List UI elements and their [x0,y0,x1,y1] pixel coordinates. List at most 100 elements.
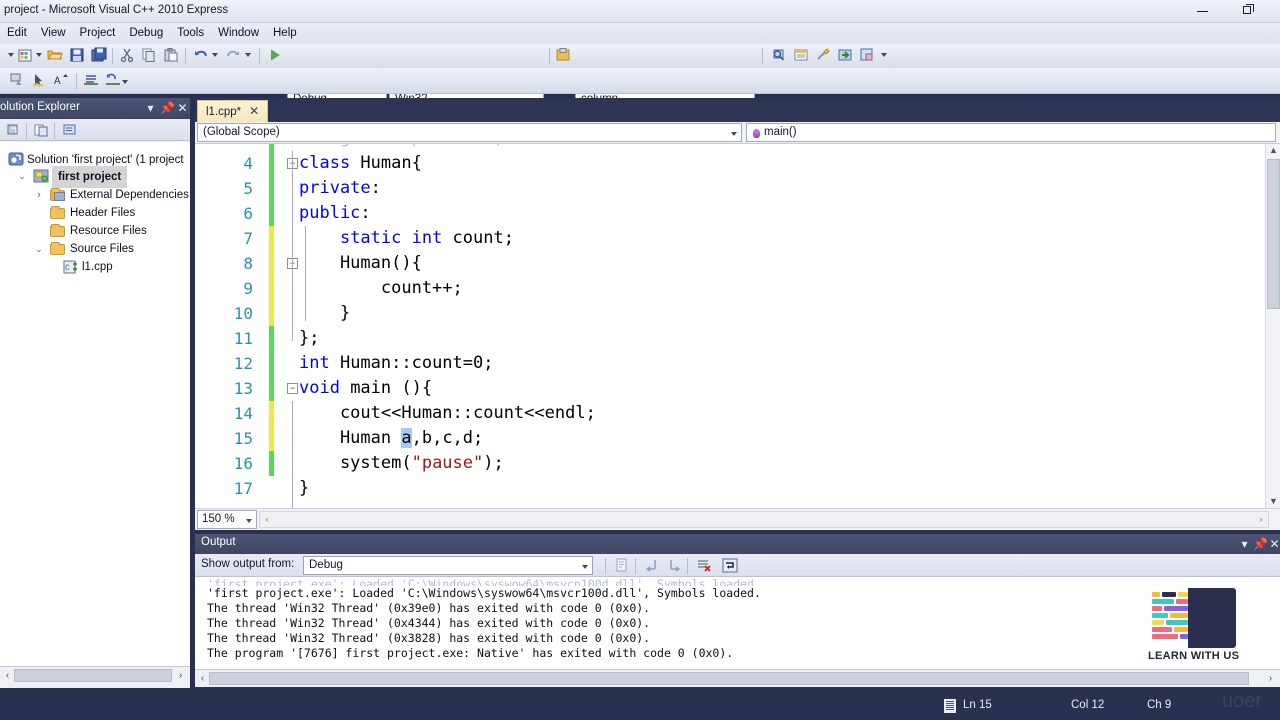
code-line[interactable]: 11}; [195,326,1280,351]
code-line[interactable]: 13 − void main (){ [195,376,1280,401]
output-source-combo[interactable]: Debug [303,556,593,575]
font-size-icon[interactable]: A [52,72,70,90]
properties-icon[interactable] [60,122,78,139]
tree-item-l1-cpp[interactable]: C l1.cpp [0,258,190,276]
scrollbar-thumb[interactable] [14,669,172,682]
menu-debug[interactable]: Debug [122,23,170,44]
scroll-left-icon[interactable]: ‹ [261,513,273,526]
code-line[interactable]: 15 Human a,b,c,d; [195,426,1280,451]
properties-window-icon[interactable] [792,47,810,65]
tree-item-source-files[interactable]: ⌄ Source Files [0,240,190,258]
save-icon[interactable] [68,47,86,65]
tab-l1-cpp[interactable]: l1.cpp* ✕ [197,100,269,122]
scroll-right-icon[interactable]: › [1255,513,1267,526]
start-debugging-icon[interactable] [266,47,284,65]
menu-edit[interactable]: Edit [0,23,34,44]
chevron-right-icon[interactable]: › [33,186,45,204]
tree-item-project[interactable]: ⌄ first project [0,166,190,188]
code-line[interactable]: 10 } [195,301,1280,326]
chevron-down-icon[interactable]: ⌄ [33,240,45,258]
scrollbar-thumb[interactable] [1267,159,1280,309]
toolbar-overflow-caret[interactable] [881,53,887,57]
panel-dropdown-icon[interactable]: ▾ [1237,536,1252,552]
solution-tree[interactable]: Solution 'first project' (1 project ⌄ fi… [0,142,190,666]
scroll-left-icon[interactable]: ‹ [196,671,209,686]
close-icon[interactable]: ✕ [175,100,190,116]
show-all-files-icon[interactable] [32,122,50,139]
toggle-word-wrap-icon[interactable] [721,557,739,574]
editor-vscrollbar[interactable]: ▲ ▼ [1265,144,1280,508]
display-code-icon[interactable] [8,72,26,90]
code-text-area[interactable]: using namespace std; 4−class Human{5priv… [195,144,1280,508]
clear-all-icon[interactable] [695,557,713,574]
save-all-icon[interactable] [90,47,108,65]
tools-options-icon[interactable] [814,47,832,65]
output-text[interactable]: 'first project.exe': Loaded 'C:\Windows\… [195,577,1280,669]
menu-help[interactable]: Help [266,23,304,44]
go-to-next-message-icon[interactable] [665,557,683,574]
menu-tools[interactable]: Tools [170,23,211,44]
editor-hscrollbar[interactable]: ‹ › [259,511,1269,528]
go-to-previous-message-icon[interactable] [643,557,661,574]
toolbox-icon[interactable] [836,47,854,65]
code-line[interactable]: 7 static int count; [195,226,1280,251]
minimize-button[interactable] [1186,0,1218,22]
redo-icon[interactable] [224,47,242,65]
undo-dropdown-caret[interactable] [212,53,218,57]
toolbar-overflow-caret[interactable] [122,80,128,84]
cut-icon[interactable] [118,47,136,65]
new-item-dropdown-caret[interactable] [8,53,14,57]
scroll-left-icon[interactable]: ‹ [1,668,14,683]
scroll-right-icon[interactable]: › [174,668,187,683]
function-combo[interactable]: main() [746,123,1276,142]
tree-item-header-files[interactable]: Header Files [0,204,190,222]
uncomment-lines-icon[interactable] [104,72,122,90]
find-message-icon[interactable] [613,557,631,574]
code-line[interactable]: 5 private: [195,176,1280,201]
code-line[interactable]: 16 system("pause"); [195,451,1280,476]
paste-icon[interactable] [162,47,180,65]
new-project-icon[interactable] [16,47,34,65]
scope-combo[interactable]: (Global Scope) [197,123,742,142]
code-line[interactable]: 9 count++; [195,276,1280,301]
code-line[interactable]: 14 cout<<Human::count<<endl; [195,401,1280,426]
scrollbar-thumb[interactable] [209,672,1249,685]
chevron-down-icon[interactable]: ⌄ [16,166,28,186]
tree-item-solution[interactable]: Solution 'first project' (1 project [0,142,190,166]
redo-dropdown-caret[interactable] [245,53,251,57]
scroll-up-icon[interactable]: ▲ [1267,144,1280,157]
open-file-icon[interactable] [46,47,64,65]
menu-window[interactable]: Window [211,23,266,44]
menu-project[interactable]: Project [73,23,123,44]
close-icon[interactable]: ✕ [249,104,259,118]
code-line[interactable]: 4−class Human{ [195,151,1280,176]
find-symbol-icon[interactable] [770,47,788,65]
copy-icon[interactable] [140,47,158,65]
code-line[interactable]: 17} [195,476,1280,501]
undo-icon[interactable] [192,47,210,65]
code-line[interactable]: 6 public: [195,201,1280,226]
pin-icon[interactable]: 📌 [1253,536,1268,552]
refresh-icon[interactable] [4,122,22,139]
restore-button[interactable] [1231,0,1263,22]
fold-toggle-icon[interactable]: − [287,383,298,394]
object-browser-icon[interactable] [858,47,876,65]
zoom-combo[interactable]: 150 % [197,510,257,529]
menu-view[interactable]: View [34,23,73,44]
pin-icon[interactable]: 📌 [160,100,175,116]
find-in-files-icon[interactable] [554,47,572,65]
tree-item-resource-files[interactable]: Resource Files [0,222,190,240]
close-icon[interactable]: ✕ [1267,536,1280,552]
scroll-right-icon[interactable]: › [1264,671,1277,686]
code-lines[interactable]: 4−class Human{5private:6public:7 static … [195,151,1280,501]
solution-explorer-hscrollbar[interactable]: ‹ › [0,666,190,684]
pointer-select-icon[interactable] [30,72,48,90]
code-line[interactable]: 12 int Human::count=0; [195,351,1280,376]
comment-lines-icon[interactable] [82,72,100,90]
code-line[interactable]: 8− Human(){ [195,251,1280,276]
scroll-down-icon[interactable]: ▼ [1267,495,1280,508]
panel-dropdown-icon[interactable]: ▾ [143,100,158,116]
output-hscrollbar[interactable]: ‹ › [195,669,1280,687]
new-dropdown-caret[interactable] [36,53,42,57]
tree-item-external-dependencies[interactable]: › External Dependencies [0,186,190,204]
